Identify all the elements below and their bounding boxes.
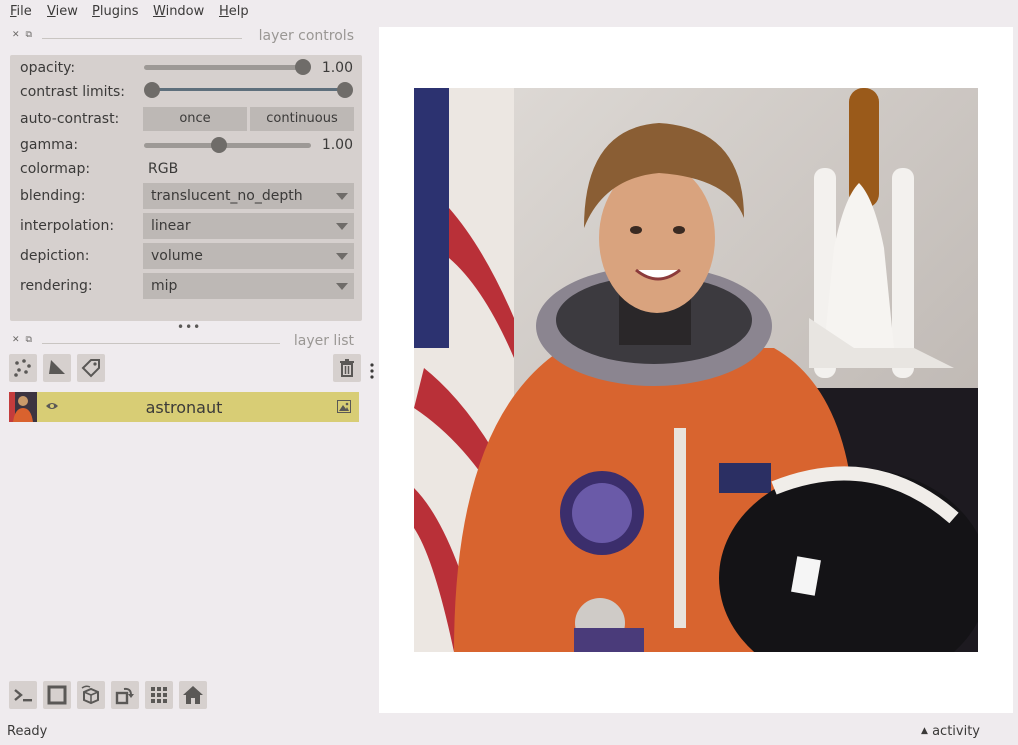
menu-window[interactable]: Window (153, 4, 204, 19)
new-shapes-layer-button[interactable] (43, 354, 71, 382)
gamma-label: gamma: (20, 137, 79, 153)
contrast-limits-low-handle[interactable] (144, 82, 160, 98)
dock-float-close-icon[interactable]: ✕⧉ (12, 335, 38, 345)
layer-list-item[interactable]: astronaut (9, 392, 359, 422)
chevron-down-icon (336, 223, 348, 230)
blending-select[interactable]: translucent_no_depth (143, 183, 354, 209)
new-points-layer-button[interactable] (9, 354, 37, 382)
interpolation-label: interpolation: (20, 218, 115, 234)
layer-list-title: layer list (293, 333, 354, 349)
layer-controls-title: layer controls (258, 28, 354, 44)
image-icon (337, 400, 351, 417)
depiction-select-value: volume (151, 248, 203, 264)
home-icon (183, 686, 203, 704)
interpolation-select-value: linear (151, 218, 191, 234)
rendering-label: rendering: (20, 278, 93, 294)
opacity-slider-handle[interactable] (295, 59, 311, 75)
depiction-label: depiction: (20, 248, 90, 264)
chevron-down-icon (336, 193, 348, 200)
blending-label: blending: (20, 188, 86, 204)
console-icon (14, 689, 32, 702)
status-text: Ready (7, 724, 48, 739)
opacity-label: opacity: (20, 60, 76, 76)
interpolation-select[interactable]: linear (143, 213, 354, 239)
gamma-slider[interactable] (144, 143, 311, 148)
layer-list-dock-header: ✕⧉ layer list (10, 333, 354, 351)
layer-name[interactable]: astronaut (9, 398, 359, 417)
roll-dims-icon (81, 685, 99, 705)
transpose-dimensions-button[interactable] (111, 681, 139, 709)
grid-view-button[interactable] (145, 681, 173, 709)
dock-header-rule (42, 38, 242, 39)
console-button[interactable] (9, 681, 37, 709)
contrast-limits-high-handle[interactable] (337, 82, 353, 98)
opacity-value: 1.00 (321, 60, 353, 76)
auto-contrast-continuous-button[interactable]: continuous (250, 107, 354, 131)
viewer-canvas[interactable] (379, 27, 1013, 713)
chevron-down-icon (336, 283, 348, 290)
colormap-label: colormap: (20, 161, 91, 177)
roll-dimensions-button[interactable] (77, 681, 105, 709)
contrast-limits-range-slider[interactable] (151, 88, 346, 91)
layer-controls-panel: opacity: 1.00 contrast limits: auto-cont… (10, 55, 362, 321)
toggle-ndisplay-button[interactable] (43, 681, 71, 709)
menu-view[interactable]: View (47, 4, 78, 19)
contrast-limits-label: contrast limits: (20, 84, 125, 100)
rendering-select[interactable]: mip (143, 273, 354, 299)
ndisplay-square-icon (47, 685, 67, 705)
menu-help[interactable]: Help (219, 4, 249, 19)
astronaut-image (414, 88, 978, 652)
menubar: File View Plugins Window Help (0, 0, 1018, 24)
more-options-icon[interactable] (369, 362, 375, 380)
points-icon (14, 359, 31, 377)
rendering-select-value: mip (151, 278, 178, 294)
delete-layer-button[interactable] (333, 354, 361, 382)
activity-button[interactable]: ▲ activity (921, 724, 980, 739)
opacity-slider[interactable] (144, 65, 303, 70)
chevron-down-icon (336, 253, 348, 260)
shapes-icon (49, 360, 65, 374)
reset-view-button[interactable] (179, 681, 207, 709)
gamma-slider-handle[interactable] (211, 137, 227, 153)
label-tag-icon (81, 359, 100, 378)
layer-controls-dock-header: ✕⧉ layer controls (10, 28, 354, 46)
dock-splitter-handle[interactable]: ••• (177, 320, 201, 334)
auto-contrast-once-button[interactable]: once (143, 107, 247, 131)
dock-float-close-icon[interactable]: ✕⧉ (12, 30, 38, 40)
gamma-value: 1.00 (321, 137, 353, 153)
trash-icon (340, 359, 354, 377)
chevron-up-icon: ▲ (921, 726, 928, 736)
activity-label: activity (932, 724, 980, 739)
grid-icon (151, 687, 167, 703)
auto-contrast-label: auto-contrast: (20, 111, 120, 127)
blending-select-value: translucent_no_depth (151, 188, 303, 204)
transpose-icon (115, 687, 134, 705)
menu-plugins[interactable]: Plugins (92, 4, 139, 19)
dock-header-rule (42, 343, 280, 344)
new-labels-layer-button[interactable] (77, 354, 105, 382)
menu-file[interactable]: File (10, 4, 32, 19)
depiction-select[interactable]: volume (143, 243, 354, 269)
colormap-value: RGB (148, 161, 179, 177)
